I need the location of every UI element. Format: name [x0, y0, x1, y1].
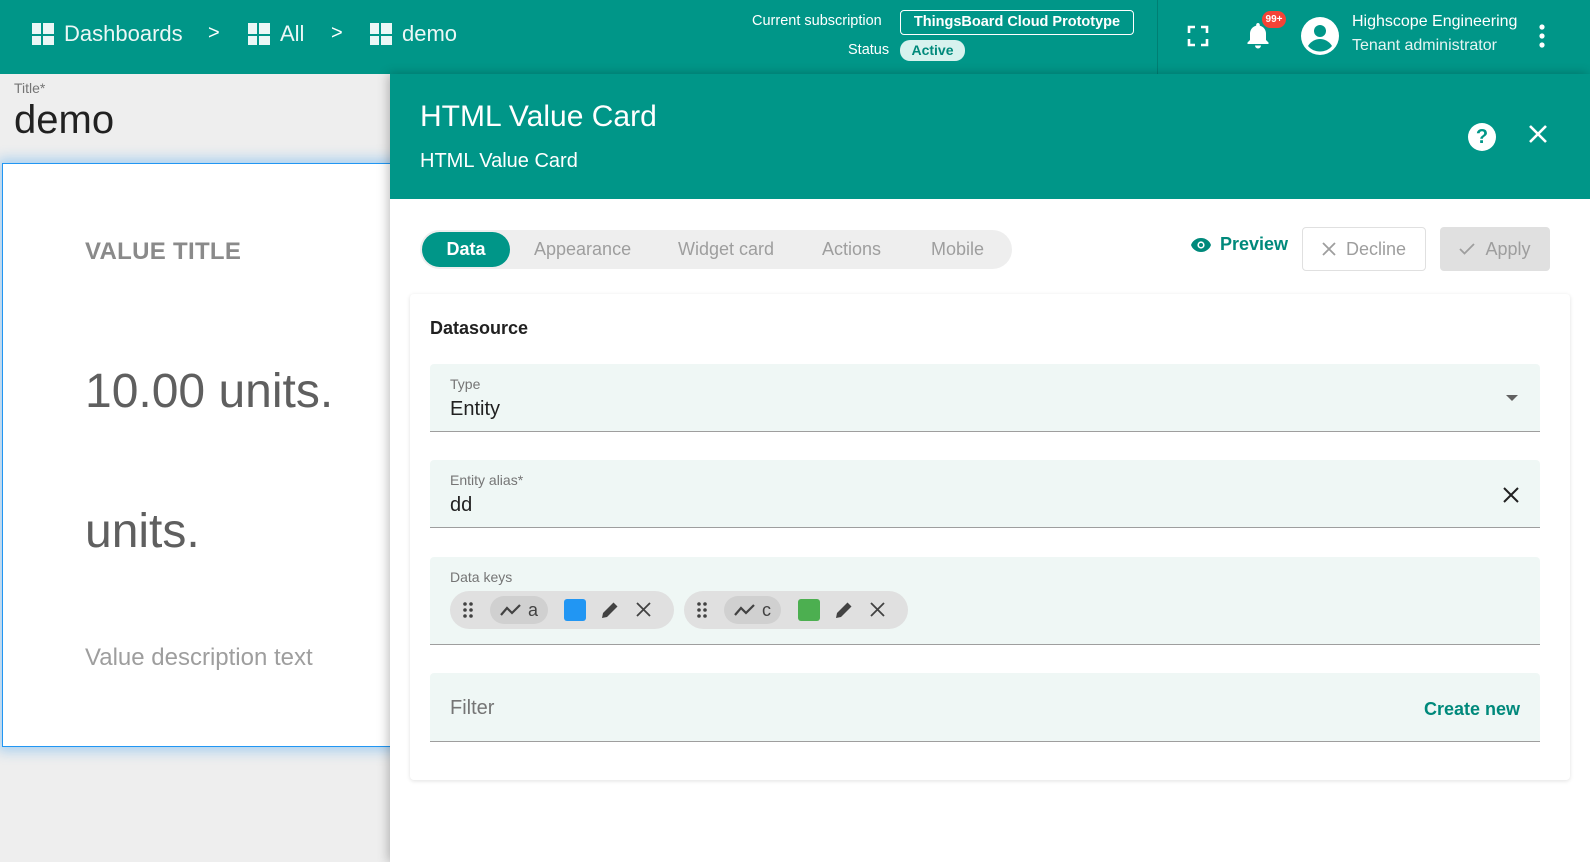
filter-label: Filter	[450, 697, 495, 719]
entity-alias-value: dd	[450, 494, 473, 516]
breadcrumb-demo: demo	[370, 21, 457, 47]
account-icon[interactable]	[1300, 16, 1340, 61]
decline-button[interactable]: Decline	[1302, 227, 1426, 271]
subscription-label: Current subscription	[752, 13, 882, 29]
data-key-pill[interactable]: c	[724, 596, 781, 624]
toolbar-divider	[1157, 0, 1158, 74]
drag-handle-icon[interactable]	[462, 601, 474, 624]
data-key-pill[interactable]: a	[490, 596, 549, 624]
breadcrumb-dashboards[interactable]: Dashboards	[32, 21, 183, 47]
top-toolbar: Dashboards > All > demo Current subscrip…	[0, 0, 1590, 74]
preview-label: Preview	[1220, 234, 1289, 254]
user-role: Tenant administrator	[1352, 37, 1497, 54]
data-key-chip[interactable]: a	[450, 591, 674, 629]
widget-preview-card[interactable]: VALUE TITLE 10.00 units. units. Value de…	[2, 163, 402, 747]
widget-description: Value description text	[85, 644, 313, 671]
widget-value-title: VALUE TITLE	[85, 238, 242, 265]
filter-field[interactable]: Filter Create new	[430, 673, 1540, 742]
decline-label: Decline	[1345, 238, 1407, 259]
apply-button[interactable]: Apply	[1440, 227, 1550, 271]
edit-icon[interactable]	[600, 600, 620, 625]
breadcrumb-separator: >	[331, 22, 343, 44]
dashboard-icon	[370, 23, 392, 45]
tab-appearance[interactable]: Appearance	[534, 230, 631, 269]
breadcrumb-label: demo	[402, 21, 458, 46]
tab-mobile[interactable]: Mobile	[931, 230, 984, 269]
breadcrumb-separator: >	[208, 22, 220, 44]
breadcrumb-label: Dashboards	[64, 21, 183, 46]
color-swatch[interactable]	[564, 599, 586, 621]
drag-handle-icon[interactable]	[696, 601, 708, 624]
panel-header: HTML Value Card HTML Value Card ?	[390, 74, 1590, 199]
apply-label: Apply	[1485, 238, 1531, 259]
remove-icon[interactable]	[636, 602, 651, 622]
color-swatch[interactable]	[798, 599, 820, 621]
timeseries-icon	[500, 604, 521, 616]
dashboards-icon	[248, 23, 270, 45]
dashboards-icon	[32, 23, 54, 45]
close-icon[interactable]	[1528, 124, 1548, 149]
entity-alias-label: Entity alias*	[450, 472, 524, 488]
data-keys-field[interactable]: Data keys a c	[430, 557, 1540, 645]
help-icon[interactable]: ?	[1468, 123, 1496, 151]
datasource-title: Datasource	[430, 318, 529, 338]
remove-icon[interactable]	[870, 602, 885, 622]
breadcrumb-label: All	[280, 21, 305, 46]
status-label: Status	[848, 42, 890, 58]
data-key-label: c	[762, 599, 771, 620]
data-key-label: a	[528, 599, 539, 620]
dashboard-title-input[interactable]: demo	[14, 98, 114, 143]
check-icon	[1459, 243, 1476, 255]
data-keys-label: Data keys	[450, 569, 513, 585]
type-label: Type	[450, 376, 481, 392]
tab-widget-card[interactable]: Widget card	[678, 230, 774, 269]
editor-tabs: Data Appearance Widget card Actions Mobi…	[420, 230, 1012, 269]
entity-alias-field[interactable]: Entity alias* dd	[430, 460, 1540, 528]
dashboard-title-label: Title*	[14, 80, 46, 96]
notification-badge: 99+	[1262, 11, 1286, 28]
close-icon	[1322, 242, 1336, 256]
data-key-chip[interactable]: c	[684, 591, 908, 629]
breadcrumb-all[interactable]: All	[248, 21, 304, 47]
user-name[interactable]: Highscope Engineering	[1352, 13, 1517, 31]
datasource-card: Datasource Type Entity Entity alias* dd …	[410, 294, 1570, 780]
widget-editor-panel: HTML Value Card HTML Value Card ? Data A…	[390, 74, 1590, 862]
more-vert-icon[interactable]	[1538, 23, 1546, 54]
status-badge: Active	[900, 40, 965, 61]
fullscreen-icon[interactable]	[1187, 25, 1209, 52]
panel-title: HTML Value Card	[420, 100, 657, 133]
edit-icon[interactable]	[834, 600, 854, 625]
eye-icon	[1191, 237, 1211, 252]
type-value: Entity	[450, 398, 501, 420]
subscription-chip[interactable]: ThingsBoard Cloud Prototype	[900, 10, 1134, 35]
widget-units: units.	[85, 505, 200, 558]
dropdown-arrow-icon	[1506, 395, 1518, 401]
clear-icon[interactable]	[1502, 486, 1520, 509]
preview-button[interactable]: Preview	[1190, 234, 1288, 255]
panel-subtitle: HTML Value Card	[420, 150, 578, 172]
tab-actions[interactable]: Actions	[822, 230, 881, 269]
timeseries-icon	[734, 604, 755, 616]
widget-value: 10.00 units.	[85, 365, 334, 418]
create-new-filter-button[interactable]: Create new	[1424, 699, 1520, 720]
type-select[interactable]: Type Entity	[430, 364, 1540, 432]
tab-data[interactable]: Data	[422, 232, 510, 267]
